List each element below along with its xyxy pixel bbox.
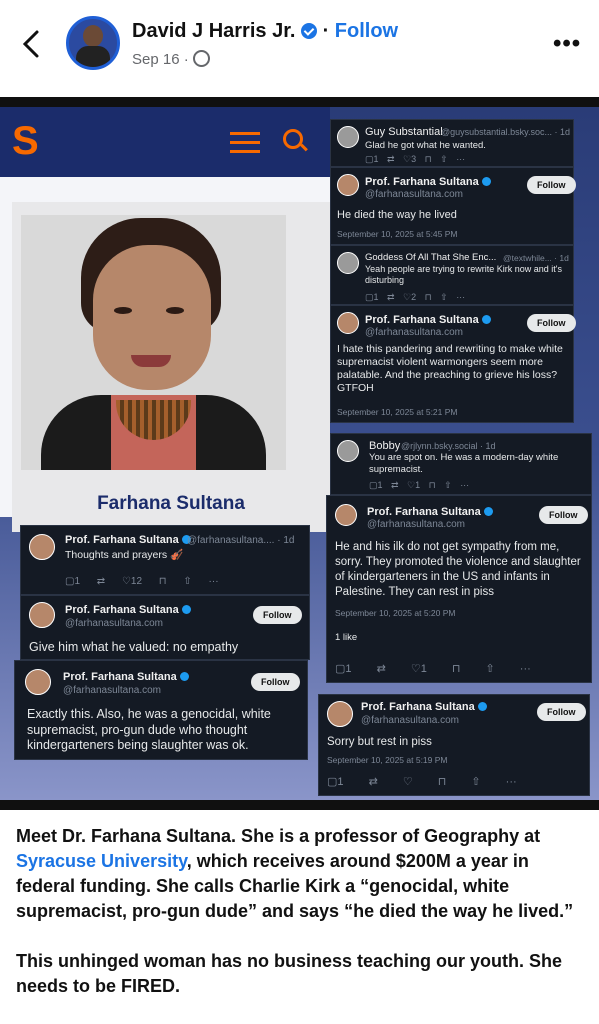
verified-icon [477,702,487,711]
post-text: Sorry but rest in piss [327,736,432,748]
reply-card: Goddess Of All That She Enc... @textwhil… [330,245,574,305]
post-handle: @farhanasultana.com [65,618,163,629]
reply-actions[interactable]: ▢1 ⇄ ♡3 ⊓ ⇧ ··· [365,154,465,165]
post-card: Prof. Farhana Sultana @farhanasultana.co… [326,495,592,683]
more-options-icon[interactable]: ••• [553,30,581,58]
reply-card: Bobby @rjlynn.bsky.social · 1d You are s… [330,433,592,495]
profile-name: Farhana Sultana [97,493,245,514]
avatar [335,504,357,526]
post-text: Give him what he valued: no empathy [29,640,239,654]
post-timestamp: September 10, 2025 at 5:45 PM [337,229,458,239]
syracuse-university-link[interactable]: Syracuse University [16,851,187,871]
reply-card: Guy Substantial @guysubstantial.bsky.soc… [330,119,574,167]
caption-paragraph-1: Meet Dr. Farhana Sultana. She is a profe… [16,824,586,924]
globe-icon [192,50,210,67]
post-actions[interactable]: ▢1 ⇄ ♡ ⊓ ⇧ ··· [327,775,517,788]
post-card: Prof. Farhana Sultana @farhanasultana.co… [14,660,308,760]
post-card: Prof. Farhana Sultana @farhanasultana.co… [330,167,576,245]
avatar[interactable] [66,16,120,70]
reply-handle: @rjlynn.bsky.social · 1d [401,441,496,451]
post-date[interactable]: Sep 16 · [132,50,210,68]
post-author: Prof. Farhana Sultana [361,701,487,713]
avatar [337,252,359,274]
post-actions[interactable]: ▢1 ⇄ ♡12 ⊓ ⇧ ··· [65,576,219,587]
post-handle: @farhanasultana.com [361,715,459,726]
post-card: Prof. Farhana Sultana @farhanasultana.co… [318,694,590,796]
avatar [327,701,353,727]
date-text: Sep 16 · [132,51,189,68]
post-header: David J Harris Jr. · Follow Sep 16 · ••• [0,0,599,97]
post-card: Prof. Farhana Sultana @farhanasultana...… [20,525,310,595]
post-text: He and his ilk do not get sympathy from … [335,541,581,598]
collage: S Farhana Sultana Guy Substantial @guysu… [0,107,599,800]
post-author: Prof. Farhana Sultana [63,671,189,683]
verified-icon [481,177,491,186]
post-author: Prof. Farhana Sultana [65,604,191,616]
author-name[interactable]: David J Harris Jr. [132,20,295,42]
avatar [29,534,55,560]
university-header: S [0,107,330,177]
caption-text: Meet Dr. Farhana Sultana. She is a profe… [16,826,541,846]
verified-icon [481,315,491,324]
reply-author: Guy Substantial [365,126,443,138]
post-handle: @farhanasultana.com [63,685,161,696]
post-text: I hate this pandering and rewriting to m… [337,343,563,394]
reply-text: Glad he got what he wanted. [365,140,486,151]
post-text: Exactly this. Also, he was a genocidal, … [27,707,271,752]
reply-handle: @textwhile... · 1d [503,253,569,263]
search-icon [283,129,303,149]
post-card: Prof. Farhana Sultana @farhanasultana.co… [330,305,576,423]
post-text: He died the way he lived [337,209,457,221]
post-author: Prof. Farhana Sultana [367,506,493,518]
post-timestamp: September 10, 2025 at 5:19 PM [327,755,448,765]
post-author: Prof. Farhana Sultana [65,534,191,546]
post-caption: Meet Dr. Farhana Sultana. She is a profe… [16,824,586,1024]
follow-button[interactable]: Follow [537,703,586,721]
post-card: Prof. Farhana Sultana @farhanasultana.co… [20,595,310,660]
avatar [337,440,359,462]
avatar [337,312,359,334]
post-handle: @farhanasultana.com [367,519,465,530]
university-logo: S [12,119,39,163]
follow-button[interactable]: Follow [251,673,300,691]
post-timestamp: September 10, 2025 at 5:20 PM [335,608,456,618]
post-text: Thoughts and prayers 🎻 [65,549,184,561]
verified-icon [179,672,189,681]
follow-button[interactable]: Follow [335,20,398,42]
menu-icon [230,132,260,154]
reply-actions[interactable]: ▢1 ⇄ ♡1 ⊓ ⇧ ··· [369,480,469,491]
post-author: Prof. Farhana Sultana [365,176,491,188]
follow-button[interactable]: Follow [527,176,576,194]
post-author: Prof. Farhana Sultana [365,314,491,326]
reply-author: Bobby [369,440,401,452]
avatar [25,669,51,695]
follow-button[interactable]: Follow [527,314,576,332]
follow-button[interactable]: Follow [253,606,302,624]
avatar [337,174,359,196]
likes-count[interactable]: 1 like [335,632,357,643]
verified-icon [181,605,191,614]
avatar [337,126,359,148]
post-timestamp: September 10, 2025 at 5:21 PM [337,407,458,417]
post-handle: @farhanasultana.com [365,327,463,338]
profile-photo [21,215,286,470]
post-handle: @farhanasultana.... · 1d [187,535,295,546]
back-arrow-icon[interactable] [18,28,46,60]
verified-icon [301,23,317,39]
author-line: David J Harris Jr. · Follow [132,20,398,43]
separator-dot: · [322,20,330,42]
reply-author: Goddess Of All That She Enc... [365,252,497,263]
verified-icon [483,507,493,516]
reply-text: You are spot on. He was a modern-day whi… [369,452,559,475]
caption-paragraph-2: This unhinged woman has no business teac… [16,951,563,996]
follow-button[interactable]: Follow [539,506,588,524]
reply-text: Yeah people are trying to rewrite Kirk n… [365,264,562,285]
post-handle: @farhanasultana.com [365,189,463,200]
reply-actions[interactable]: ▢1 ⇄ ♡2 ⊓ ⇧ ··· [365,292,465,303]
avatar [29,602,55,628]
post-image[interactable]: S Farhana Sultana Guy Substantial @guysu… [0,97,599,810]
reply-handle: @guysubstantial.bsky.soc... · 1d [441,127,571,137]
post-actions[interactable]: ▢1 ⇄ ♡1 ⊓ ⇧ ··· [335,662,531,675]
